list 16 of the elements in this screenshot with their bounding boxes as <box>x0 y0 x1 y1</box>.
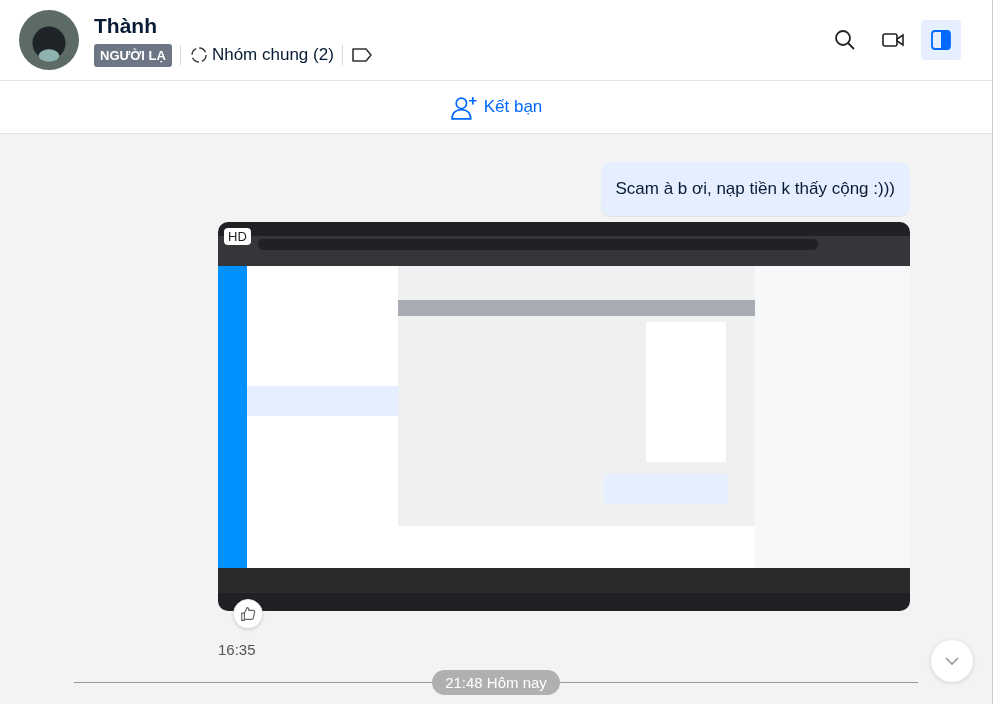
contact-name: Thành <box>94 13 158 38</box>
add-friend-button[interactable]: Kết bạn <box>450 94 543 120</box>
group-icon <box>188 45 209 65</box>
side-panel-icon <box>929 28 953 52</box>
search-icon <box>833 28 857 52</box>
message-bubble: Scam à b ơi, nạp tiền k thấy cộng :))) <box>600 162 910 216</box>
stranger-label: NGƯỜI LẠ <box>94 43 172 67</box>
tag-icon[interactable] <box>350 47 373 63</box>
common-groups-link[interactable]: Nhóm chung (2) <box>188 45 334 65</box>
hd-label: HD <box>224 228 251 245</box>
date-divider: 21:48 Hôm nay <box>432 669 560 695</box>
side-panel-button[interactable] <box>921 20 961 60</box>
add-person-icon <box>450 94 478 120</box>
thumbs-up-icon <box>239 605 257 623</box>
message-time: 16:35 <box>218 641 257 658</box>
avatar[interactable] <box>19 10 79 70</box>
